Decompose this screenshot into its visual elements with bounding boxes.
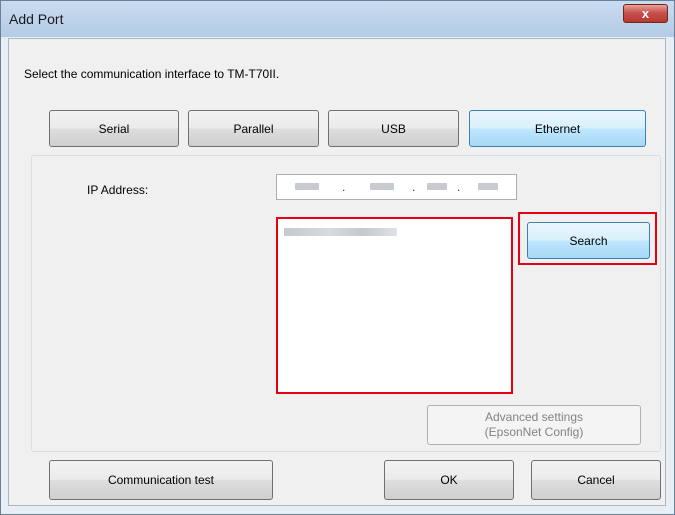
ip-separator-2: .	[412, 180, 416, 194]
ok-button-label: OK	[440, 473, 458, 487]
instruction-text: Select the communication interface to TM…	[24, 67, 280, 81]
tab-usb-label: USB	[381, 121, 406, 136]
advanced-settings-line1: Advanced settings	[484, 410, 584, 424]
search-button[interactable]: Search	[527, 222, 650, 259]
communication-test-label: Communication test	[107, 473, 215, 487]
advanced-settings-button[interactable]: Advanced settings (EpsonNet Config)	[427, 405, 641, 445]
ip-separator-3: .	[457, 180, 461, 194]
tab-parallel-label: Parallel	[233, 121, 274, 136]
tab-serial[interactable]: Serial	[49, 110, 179, 147]
communication-test-button[interactable]: Communication test	[49, 460, 273, 500]
tab-usb[interactable]: USB	[328, 110, 459, 147]
search-button-label: Search	[569, 233, 608, 248]
tab-serial-label: Serial	[98, 121, 130, 136]
close-icon: x	[641, 6, 650, 21]
list-item[interactable]	[284, 228, 397, 236]
ip-address-label: IP Address:	[87, 183, 149, 197]
ip-address-field[interactable]: . . .	[276, 174, 517, 200]
ok-button[interactable]: OK	[384, 460, 514, 500]
ip-octet-2[interactable]	[370, 183, 394, 190]
ip-octet-1[interactable]	[295, 183, 319, 190]
ip-octet-4[interactable]	[478, 183, 498, 190]
tab-ethernet[interactable]: Ethernet	[469, 110, 646, 147]
cancel-button[interactable]: Cancel	[531, 460, 661, 500]
ip-octet-3[interactable]	[427, 183, 447, 190]
title-bar[interactable]: Add Port x	[1, 1, 674, 37]
device-list[interactable]	[276, 217, 513, 394]
close-button[interactable]: x	[623, 4, 668, 23]
advanced-settings-line2: (EpsonNet Config)	[484, 425, 584, 439]
tab-ethernet-label: Ethernet	[534, 121, 581, 136]
ip-separator-1: .	[342, 180, 346, 194]
cancel-button-label: Cancel	[577, 473, 615, 487]
window-title: Add Port	[9, 11, 64, 27]
tab-parallel[interactable]: Parallel	[188, 110, 319, 147]
